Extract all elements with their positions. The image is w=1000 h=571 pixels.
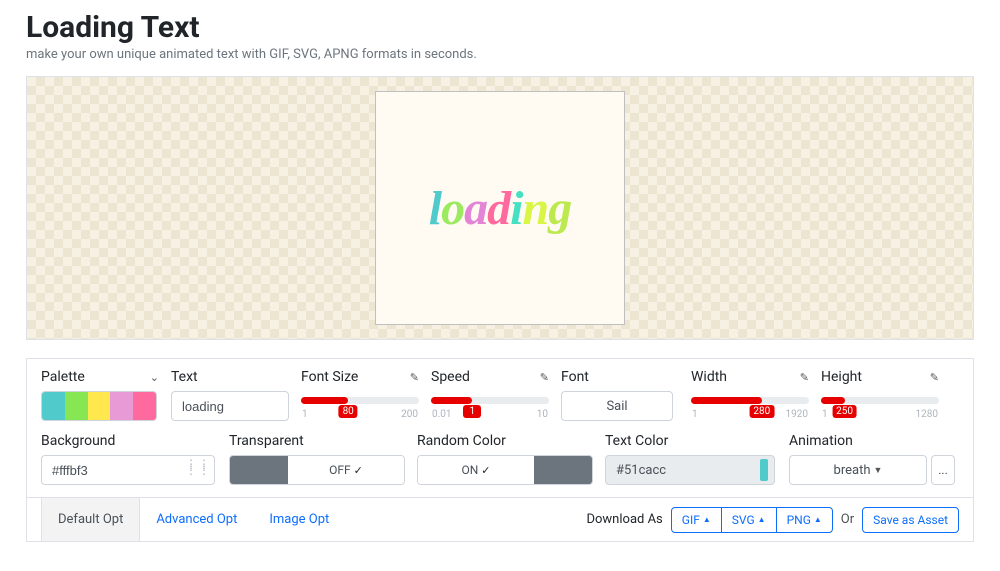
caret-down-icon: ▼ [874,465,883,476]
download-svg-button[interactable]: SVG▲ [722,507,776,533]
palette-picker[interactable] [41,391,157,421]
palette-label: Palette [41,369,85,385]
background-label: Background [41,433,115,449]
speed-slider[interactable]: 1 0.0110 [431,391,549,421]
chevron-down-icon[interactable]: ⌄ [150,371,159,384]
controls-panel: Palette ⌄ Text Font Size ✎ 80 1200 Speed ✎ [26,358,974,542]
check-icon: ✓ [354,464,363,477]
tab-image-opt[interactable]: Image Opt [253,498,345,541]
textcolor-input[interactable]: #51cacc [605,455,775,485]
width-label: Width [691,369,727,385]
preview-canvas: loading [375,91,625,325]
pencil-icon[interactable]: ✎ [410,371,419,384]
color-swatch [760,459,768,481]
download-gif-button[interactable]: GIF▲ [671,507,722,533]
caret-up-icon: ▲ [703,515,711,524]
pencil-icon[interactable]: ✎ [930,371,939,384]
font-select[interactable]: Sail [561,391,673,421]
fontsize-slider[interactable]: 80 1200 [301,391,419,421]
preview-text: loading [429,181,571,236]
tab-advanced-opt[interactable]: Advanced Opt [140,498,253,541]
pencil-icon[interactable]: ✎ [540,371,549,384]
save-as-asset-button[interactable]: Save as Asset [862,507,959,533]
animation-more-button[interactable]: ... [931,455,955,485]
animation-select[interactable]: breath▼ [789,455,927,485]
speed-label: Speed [431,369,470,385]
caret-up-icon: ▲ [758,515,766,524]
tab-default-opt[interactable]: Default Opt [41,497,140,541]
text-input[interactable] [171,391,289,421]
transparent-toggle[interactable]: OFF✓ [229,455,405,485]
caret-up-icon: ▲ [814,515,822,524]
textcolor-label: Text Color [605,433,668,449]
randomcolor-label: Random Color [417,433,506,449]
or-label: Or [841,512,854,527]
height-label: Height [821,369,862,385]
download-png-button[interactable]: PNG▲ [776,507,833,533]
randomcolor-toggle[interactable]: ON✓ [417,455,593,485]
preview-area: loading [26,76,974,340]
animation-label: Animation [789,433,853,449]
width-slider[interactable]: 280 11920 [691,391,809,421]
page-title: Loading Text [26,10,974,45]
fontsize-label: Font Size [301,369,358,385]
page-subtitle: make your own unique animated text with … [26,47,974,62]
download-as-label: Download As [586,512,662,527]
text-label: Text [171,369,198,385]
pencil-icon[interactable]: ✎ [800,371,809,384]
font-label: Font [561,369,589,385]
check-icon: ✓ [481,464,490,477]
transparent-label: Transparent [229,433,304,449]
height-slider[interactable]: 250 11280 [821,391,939,421]
grip-icon: ⋮⋮⋮⋮ [185,461,211,473]
